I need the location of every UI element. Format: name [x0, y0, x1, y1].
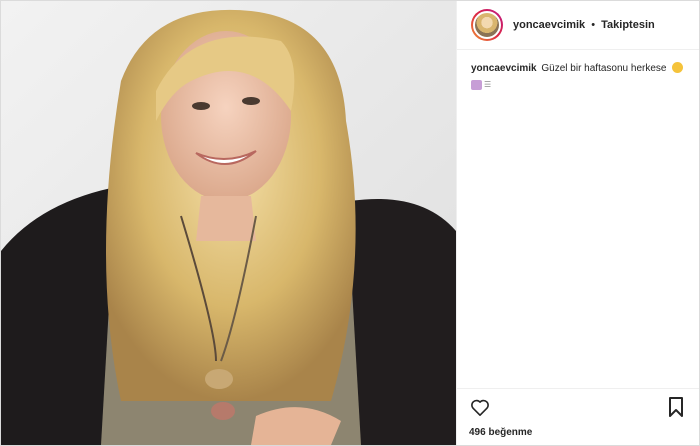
post-photo-illustration — [1, 1, 456, 445]
caption: yoncaevcimik Güzel bir haftasonu herkese — [471, 62, 685, 76]
heart-icon — [471, 399, 489, 416]
post-photo[interactable] — [1, 1, 456, 445]
post-header: yoncaevcimik • Takiptesin — [457, 1, 699, 50]
post-actions: 496 beğenme — [457, 388, 699, 445]
save-button[interactable] — [665, 396, 687, 418]
caption-emoji-row: ☰ — [471, 78, 685, 92]
follow-status-button[interactable]: Takiptesin — [601, 19, 655, 31]
like-button[interactable] — [469, 396, 491, 418]
caption-username-link[interactable]: yoncaevcimik — [471, 63, 537, 74]
comments-section: yoncaevcimik Güzel bir haftasonu herkese… — [457, 50, 699, 388]
instagram-post: yoncaevcimik • Takiptesin yoncaevcimik G… — [0, 0, 700, 446]
post-sidebar: yoncaevcimik • Takiptesin yoncaevcimik G… — [456, 1, 699, 445]
username-link[interactable]: yoncaevcimik — [513, 19, 585, 31]
action-row — [469, 395, 687, 419]
caption-text: Güzel bir haftasonu herkese — [541, 63, 667, 74]
header-text: yoncaevcimik • Takiptesin — [513, 19, 655, 31]
house-emoji-icon — [471, 80, 482, 90]
separator-dot: • — [591, 19, 596, 31]
bookmark-icon — [669, 397, 683, 417]
likes-count[interactable]: 496 beğenme — [469, 427, 687, 441]
avatar-image — [473, 11, 501, 39]
smiling-face-emoji-icon — [672, 62, 684, 73]
small-emoji-icon: ☰ — [484, 80, 492, 89]
avatar[interactable] — [471, 9, 503, 41]
